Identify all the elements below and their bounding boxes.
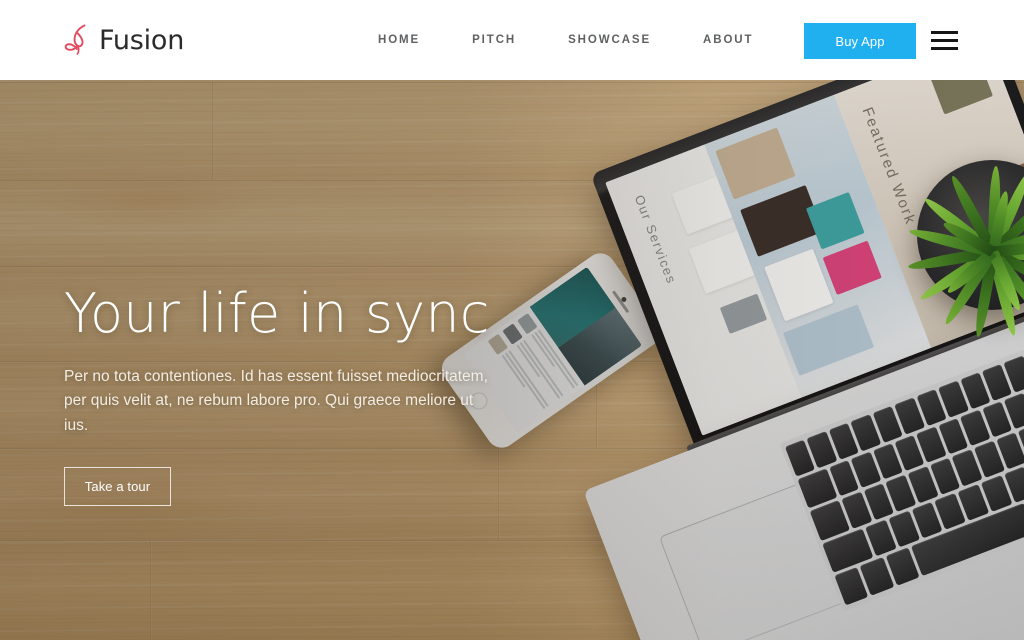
buy-app-button[interactable]: Buy App xyxy=(804,23,916,59)
site-header: Fusion HOME PITCH SHOWCASE ABOUT FEATURE… xyxy=(0,0,1024,80)
hero-subtitle: Per no tota contentiones. Id has essent … xyxy=(64,367,488,435)
nav-item-pitch[interactable]: PITCH xyxy=(472,28,516,52)
hero-content: Your life in sync Per no tota contention… xyxy=(64,282,534,507)
leaf-flourish-icon xyxy=(64,24,86,55)
brand-logo[interactable]: Fusion xyxy=(64,23,184,57)
hero-section: Our Services xyxy=(0,80,1024,640)
nav-item-about[interactable]: ABOUT xyxy=(703,28,753,52)
take-a-tour-button[interactable]: Take a tour xyxy=(64,467,171,507)
hamburger-bar-2 xyxy=(931,39,958,42)
nav-item-home[interactable]: HOME xyxy=(378,28,420,52)
hamburger-menu-icon[interactable] xyxy=(931,31,958,50)
hamburger-bar-1 xyxy=(931,31,958,34)
nav-item-showcase[interactable]: SHOWCASE xyxy=(568,28,651,52)
hero-title: Your life in sync xyxy=(64,282,490,345)
hamburger-bar-3 xyxy=(931,47,958,50)
landing-page: Fusion HOME PITCH SHOWCASE ABOUT FEATURE… xyxy=(0,0,1024,640)
brand-name: Fusion xyxy=(99,24,185,56)
